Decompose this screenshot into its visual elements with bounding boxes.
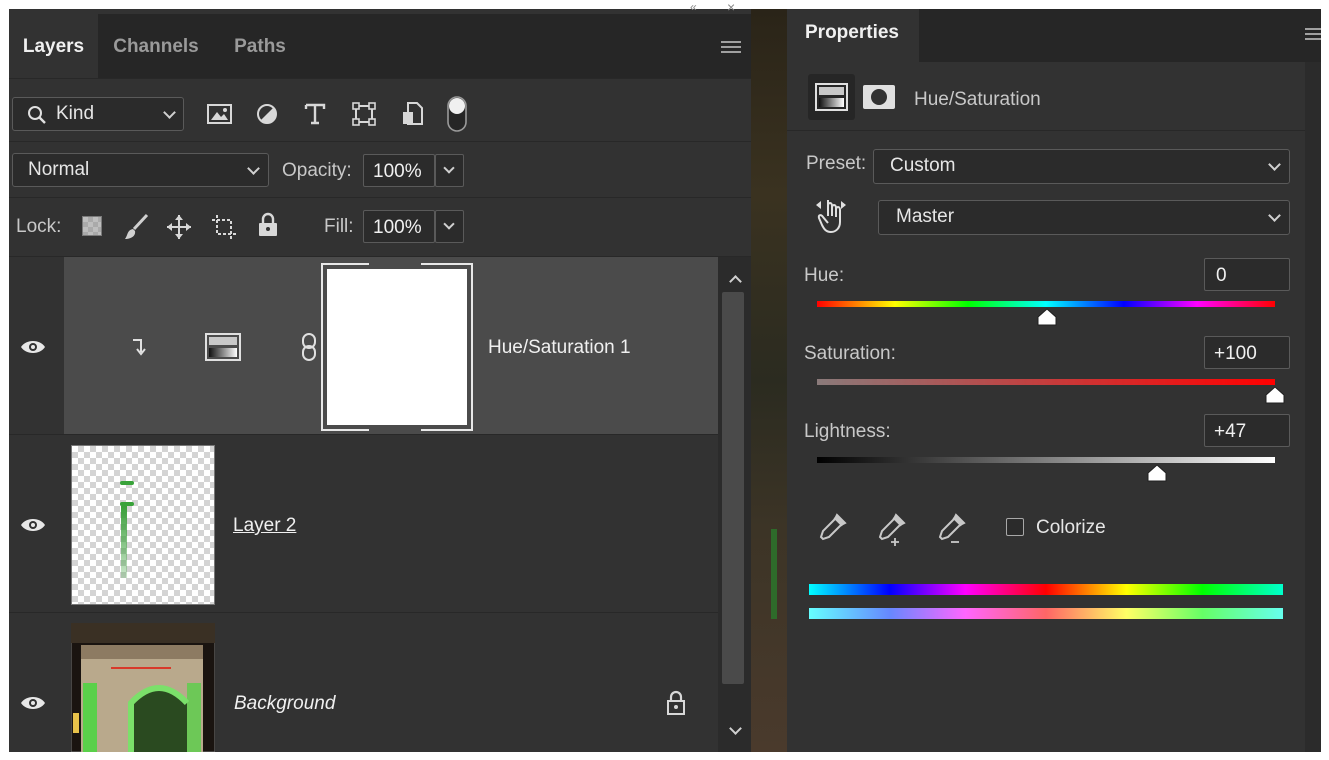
clip-arrow-icon xyxy=(133,339,146,356)
blend-mode-value: Normal xyxy=(28,159,90,180)
layer-thumbnail[interactable] xyxy=(71,445,215,605)
filter-kind-label: Kind xyxy=(56,103,95,124)
hue-input[interactable]: 0 xyxy=(1204,258,1290,291)
eyedropper-plus-icon[interactable] xyxy=(874,511,910,547)
eye-icon[interactable] xyxy=(20,517,46,533)
background-thumbnail[interactable] xyxy=(71,623,215,752)
fill-label: Fill: xyxy=(324,216,354,237)
channel-value: Master xyxy=(896,206,955,227)
fill-value: 100% xyxy=(373,217,422,238)
lightness-input[interactable]: +47 xyxy=(1204,414,1290,447)
collapse-icon[interactable]: « xyxy=(690,0,697,14)
adjustment-layer-icon xyxy=(205,333,241,361)
hand-target-icon[interactable] xyxy=(814,196,848,234)
filter-toggle-icon[interactable] xyxy=(446,95,468,133)
search-icon xyxy=(28,106,46,124)
chevron-down-icon xyxy=(1268,158,1281,171)
lock-icon xyxy=(667,690,685,715)
hue-value: 0 xyxy=(1216,265,1227,286)
saturation-slider-track[interactable] xyxy=(817,379,1275,385)
divider xyxy=(9,197,751,198)
lock-transparent-icon[interactable] xyxy=(82,216,102,236)
lock-label: Lock: xyxy=(16,216,62,237)
input-color-range-bar xyxy=(809,584,1283,595)
canvas-edge xyxy=(751,9,787,752)
lightness-value: +47 xyxy=(1214,421,1247,442)
chevron-down-icon xyxy=(1268,209,1281,222)
image-filter-icon[interactable] xyxy=(207,103,233,125)
tab-properties[interactable]: Properties xyxy=(787,9,919,62)
hue-slider-thumb[interactable] xyxy=(1037,308,1057,326)
preset-label: Preset: xyxy=(806,153,867,174)
type-filter-icon[interactable] xyxy=(303,102,327,126)
layer-name[interactable]: Background xyxy=(234,693,335,715)
fill-dropdown-button[interactable] xyxy=(435,210,464,243)
chevron-down-icon xyxy=(443,162,455,174)
channel-dropdown[interactable]: Master xyxy=(878,200,1290,235)
properties-scrollbar[interactable] xyxy=(1305,62,1321,752)
fill-input[interactable]: 100% xyxy=(363,210,435,243)
saturation-input[interactable]: +100 xyxy=(1204,336,1290,369)
tab-layers[interactable]: Layers xyxy=(9,14,98,78)
saturation-label: Saturation: xyxy=(804,343,896,364)
lock-move-icon[interactable] xyxy=(166,214,192,240)
opacity-value: 100% xyxy=(373,161,422,182)
divider xyxy=(9,141,751,142)
eye-icon[interactable] xyxy=(20,339,46,355)
preset-dropdown[interactable]: Custom xyxy=(873,149,1290,184)
panel-menu-icon[interactable] xyxy=(1305,28,1321,42)
layer-name[interactable]: Layer 2 xyxy=(233,515,296,537)
output-color-range-bar xyxy=(809,608,1283,619)
lightness-slider-thumb[interactable] xyxy=(1147,464,1167,482)
adjustment-filter-icon[interactable] xyxy=(256,103,278,125)
divider xyxy=(9,78,751,79)
layer-mask-thumbnail xyxy=(327,269,467,425)
tab-channels[interactable]: Channels xyxy=(101,14,211,78)
hue-label: Hue: xyxy=(804,265,845,286)
adjustment-title: Hue/Saturation xyxy=(914,89,1041,110)
chevron-down-icon xyxy=(247,162,260,175)
layer-name[interactable]: Hue/Saturation 1 xyxy=(488,337,631,359)
eye-icon[interactable] xyxy=(20,695,46,711)
opacity-input[interactable]: 100% xyxy=(363,154,435,187)
eyedropper-icon[interactable] xyxy=(815,511,849,545)
chevron-down-icon xyxy=(443,218,455,230)
opacity-label: Opacity: xyxy=(282,160,352,181)
adjustment-tab-button[interactable] xyxy=(808,74,855,120)
saturation-slider-thumb[interactable] xyxy=(1265,386,1285,404)
lock-all-icon[interactable] xyxy=(257,212,279,238)
filter-kind-dropdown[interactable]: Kind xyxy=(12,97,184,131)
close-icon[interactable]: × xyxy=(727,0,735,15)
layer-mask-thumbnail-frame[interactable] xyxy=(321,262,473,432)
saturation-value: +100 xyxy=(1214,343,1257,364)
link-icon[interactable] xyxy=(300,332,318,362)
preset-value: Custom xyxy=(890,155,956,176)
lock-paint-icon[interactable] xyxy=(123,213,149,241)
colorize-checkbox[interactable] xyxy=(1006,518,1024,536)
eyedropper-minus-icon[interactable] xyxy=(934,511,970,547)
properties-tab-label: Properties xyxy=(805,22,899,43)
chevron-down-icon xyxy=(163,106,176,119)
hue-slider-track[interactable] xyxy=(817,301,1275,307)
panel-menu-icon[interactable] xyxy=(721,41,741,55)
lightness-label: Lightness: xyxy=(804,421,891,442)
lightness-slider-track[interactable] xyxy=(817,457,1275,463)
lock-artboard-icon[interactable] xyxy=(210,213,238,241)
blend-mode-dropdown[interactable]: Normal xyxy=(12,153,269,187)
tab-paths[interactable]: Paths xyxy=(217,14,303,78)
smart-object-filter-icon[interactable] xyxy=(401,101,425,127)
opacity-dropdown-button[interactable] xyxy=(435,154,464,187)
colorize-label: Colorize xyxy=(1036,517,1106,538)
adjustment-layer-icon xyxy=(815,83,848,111)
layers-tab-bar: Layers Channels Paths xyxy=(9,14,751,78)
scrollbar-thumb[interactable] xyxy=(722,292,744,684)
mask-icon[interactable] xyxy=(862,84,896,110)
divider xyxy=(787,130,1305,131)
shape-filter-icon[interactable] xyxy=(352,102,376,126)
